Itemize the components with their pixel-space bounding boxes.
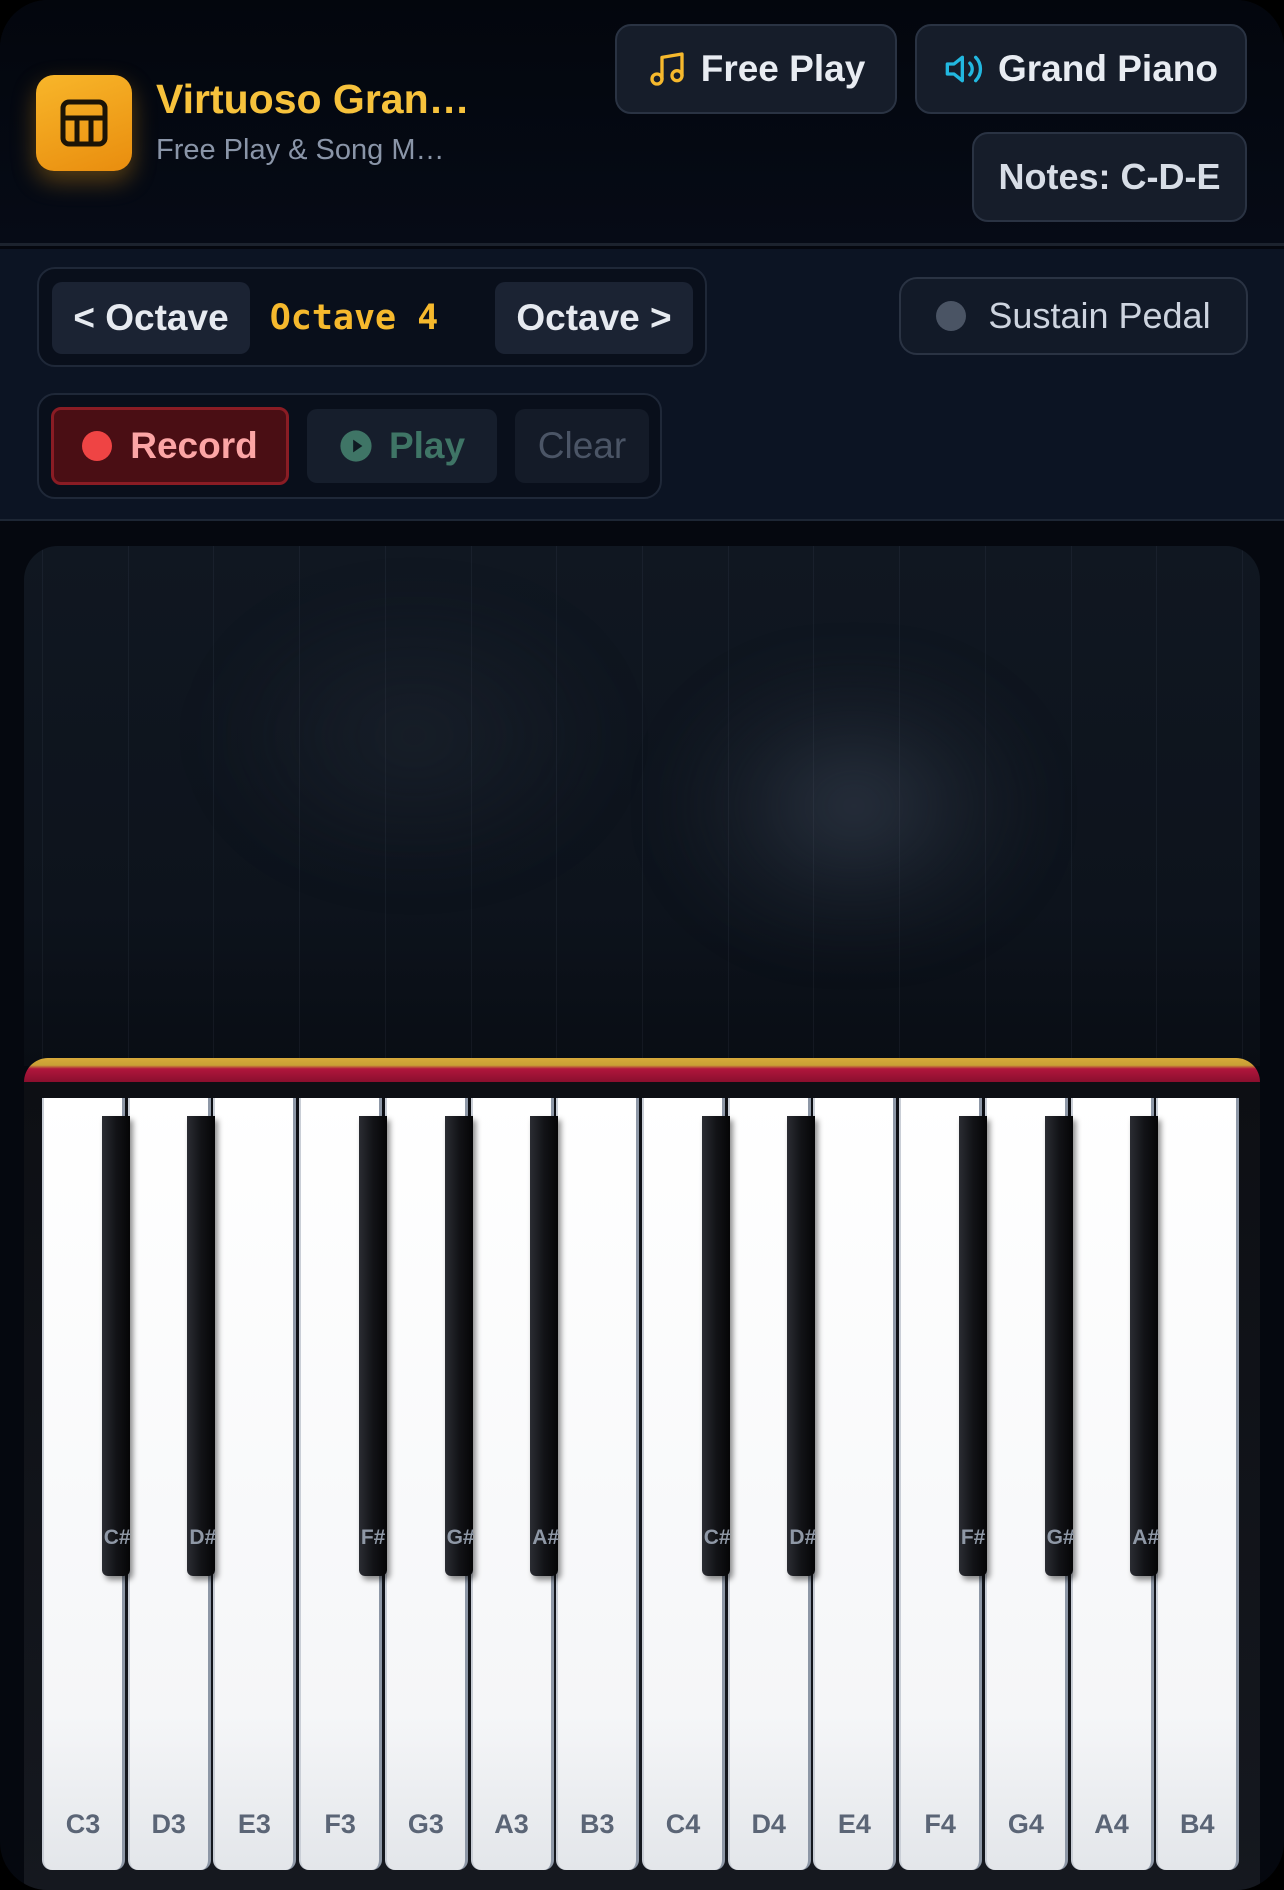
key-label: C# <box>103 1526 131 1549</box>
piano-icon <box>36 75 132 171</box>
visualizer-gridline <box>984 546 986 1066</box>
white-key-e4[interactable]: E4 <box>813 1098 897 1870</box>
white-key-e3[interactable]: E3 <box>213 1098 297 1870</box>
black-key-a-sharp[interactable]: A# <box>1130 1116 1160 1576</box>
visualizer-gridline <box>1156 546 1158 1066</box>
key-label: A3 <box>494 1809 529 1839</box>
white-key-b4[interactable]: B4 <box>1156 1098 1240 1870</box>
key-label: C4 <box>665 1809 701 1839</box>
key-label: D# <box>789 1526 817 1549</box>
visualizer-gridline <box>642 546 643 1066</box>
app-window: Virtuoso Gran… Free Play & Song M… Free … <box>0 0 1284 1890</box>
piano-keyboard: C3 D3 E3 F3 G3 A3 B3 C4 D4 E4 F4 G4 A4 B4 C# D# F# G# A# C#… <box>42 1098 1242 1870</box>
instrument-label: Grand Piano <box>998 48 1218 89</box>
black-key-d-sharp[interactable]: D# <box>187 1116 217 1576</box>
current-octave: Octave 4 <box>269 298 439 338</box>
key-label: F4 <box>924 1809 956 1839</box>
app-subtitle: Free Play & Song M… <box>156 134 445 166</box>
recording-controls: Record Play Clear <box>37 393 662 499</box>
app-title: Virtuoso Gran… <box>156 76 470 122</box>
key-label: F# <box>960 1526 986 1549</box>
notes-label: Notes: C-D-E <box>998 156 1221 197</box>
visualizer-gridline <box>899 546 901 1066</box>
visualizer-glow <box>204 586 624 886</box>
key-label: G# <box>1046 1526 1075 1549</box>
play-icon <box>340 430 372 462</box>
black-key-c-sharp[interactable]: C# <box>101 1116 131 1576</box>
black-key-f-sharp[interactable]: F# <box>358 1116 387 1576</box>
key-label: B3 <box>580 1809 615 1839</box>
key-label: D# <box>189 1526 217 1549</box>
controls-bar: < Octave Octave 4 Octave > Sustain Pedal… <box>0 249 1284 521</box>
octave-controls: < Octave Octave 4 Octave > <box>37 267 707 367</box>
visualizer-gridline <box>813 546 815 1066</box>
visualizer-gridline <box>127 546 129 1066</box>
notes-display: Notes: C-D-E <box>972 132 1247 222</box>
free-play-button[interactable]: Free Play <box>615 24 897 114</box>
black-key-c-sharp[interactable]: C# <box>701 1116 731 1576</box>
white-key-b3[interactable]: B3 <box>556 1098 640 1870</box>
visualizer-gridline <box>556 546 558 1066</box>
key-label: B4 <box>1180 1809 1215 1839</box>
record-icon <box>82 431 113 461</box>
octave-up-button[interactable]: Octave > <box>495 282 693 354</box>
black-key-a-sharp[interactable]: A# <box>530 1116 560 1576</box>
visualizer-gridline <box>1070 546 1072 1066</box>
key-label: D3 <box>151 1809 186 1839</box>
key-label: G3 <box>407 1809 444 1839</box>
instrument-button[interactable]: Grand Piano <box>915 24 1247 114</box>
visualizer-gridline <box>470 546 472 1066</box>
sustain-indicator <box>936 301 967 331</box>
octave-down-button[interactable]: < Octave <box>52 282 250 354</box>
sustain-label: Sustain Pedal <box>988 295 1211 336</box>
key-label: C3 <box>65 1809 101 1839</box>
key-label: E4 <box>837 1809 871 1839</box>
key-label: A# <box>532 1526 560 1549</box>
note-visualizer <box>24 546 1260 1066</box>
piano-rim <box>24 1058 1260 1082</box>
black-key-f-sharp[interactable]: F# <box>958 1116 987 1576</box>
visualizer-gridline <box>299 546 301 1066</box>
record-button[interactable]: Record <box>51 407 289 485</box>
visualizer-glow <box>664 656 1044 956</box>
key-label: C# <box>703 1526 731 1549</box>
music-note-icon <box>650 52 684 86</box>
black-key-d-sharp[interactable]: D# <box>787 1116 817 1576</box>
key-label: A4 <box>1094 1809 1129 1839</box>
black-key-g-sharp[interactable]: G# <box>1044 1116 1075 1576</box>
visualizer-gridline <box>384 546 386 1066</box>
visualizer-gridline <box>727 546 729 1066</box>
visualizer-gridline <box>213 546 215 1066</box>
black-key-g-sharp[interactable]: G# <box>444 1116 475 1576</box>
speaker-icon <box>945 55 983 83</box>
free-play-label: Free Play <box>700 48 866 89</box>
key-label: A# <box>1132 1526 1160 1549</box>
play-label: Play <box>388 425 466 466</box>
record-label: Record <box>130 425 258 466</box>
header: Virtuoso Gran… Free Play & Song M… Free … <box>0 0 1284 246</box>
play-button[interactable]: Play <box>307 409 497 483</box>
visualizer-gridline <box>42 546 43 1066</box>
key-label: F# <box>360 1526 386 1549</box>
key-label: G# <box>446 1526 475 1549</box>
clear-button[interactable]: Clear <box>515 409 649 483</box>
key-label: G4 <box>1007 1809 1044 1839</box>
sustain-pedal-toggle[interactable]: Sustain Pedal <box>899 277 1248 355</box>
key-label: D4 <box>751 1809 786 1839</box>
visualizer-gridline <box>1242 546 1243 1066</box>
key-label: E3 <box>237 1809 271 1839</box>
key-label: F3 <box>324 1809 356 1839</box>
